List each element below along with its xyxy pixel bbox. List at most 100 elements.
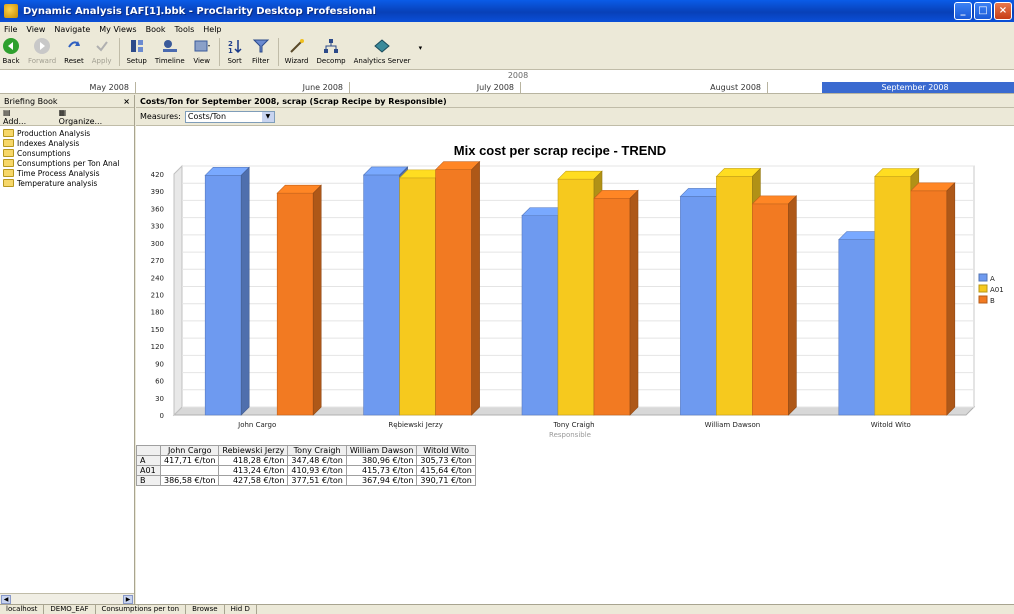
- grid-column-header[interactable]: Rebiewski Jerzy: [218, 445, 289, 456]
- apply-button[interactable]: Apply: [92, 36, 111, 65]
- timeline-button[interactable]: Timeline: [155, 36, 185, 65]
- forward-arrow-icon: [33, 37, 51, 55]
- y-tick-label: 180: [151, 309, 164, 317]
- grid-cell: [159, 465, 220, 476]
- status-extra: Hid D: [225, 605, 257, 614]
- back-arrow-icon: [2, 37, 20, 55]
- chart-bar-front: [204, 175, 242, 416]
- grid-row-header[interactable]: A01: [136, 465, 161, 476]
- menu-help[interactable]: Help: [203, 25, 221, 34]
- menu-view[interactable]: View: [26, 25, 45, 34]
- timeline-month[interactable]: August 2008: [521, 82, 768, 93]
- close-icon[interactable]: ×: [123, 97, 130, 106]
- grid-cell: 413,24 €/ton: [218, 465, 289, 476]
- organize-button[interactable]: ▦ Organize...: [59, 108, 126, 126]
- reset-button[interactable]: Reset: [64, 36, 84, 65]
- horizontal-scrollbar[interactable]: ◀ ▶: [0, 593, 134, 604]
- grid-cell: 305,73 €/ton: [416, 455, 476, 466]
- grid-cell: 410,93 €/ton: [287, 465, 347, 476]
- measures-dropdown[interactable]: Costs/Ton ▼: [184, 110, 275, 123]
- decomp-button[interactable]: Decomp: [317, 36, 346, 65]
- y-tick-label: 330: [151, 223, 164, 231]
- add-button[interactable]: ▤ Add...: [3, 108, 51, 126]
- y-tick-label: 270: [151, 257, 164, 265]
- analytics-server-icon: [373, 37, 391, 55]
- grid-cell: 415,64 €/ton: [416, 465, 476, 476]
- toolbar-separator: [218, 38, 220, 66]
- y-tick-label: 420: [151, 171, 164, 179]
- folder-item[interactable]: Production Analysis: [0, 128, 134, 138]
- grid-cell: 415,73 €/ton: [345, 465, 418, 476]
- timeline-month-selected[interactable]: September 2008: [822, 82, 1014, 93]
- menu-navigate[interactable]: Navigate: [54, 25, 90, 34]
- maximize-button[interactable]: □: [974, 2, 992, 20]
- menu-my-views[interactable]: My Views: [99, 25, 136, 34]
- chevron-down-icon[interactable]: ▼: [261, 111, 274, 122]
- folder-icon: [3, 139, 14, 147]
- toolbar-overflow-button[interactable]: ▾: [419, 36, 423, 52]
- folder-icon: [3, 129, 14, 137]
- grid-column-header[interactable]: William Dawson: [345, 445, 418, 456]
- timeline-month[interactable]: May 2008: [0, 82, 136, 93]
- status-bar: localhost DEMO_EAF Consumptions per ton …: [0, 604, 1014, 614]
- sort-icon: 21: [226, 37, 244, 55]
- main-view: Costs/Ton for September 2008, scrap (Scr…: [136, 95, 1014, 604]
- decomposition-tree-icon: [322, 37, 340, 55]
- grid-column-header[interactable]: Tony Craigh: [287, 445, 347, 456]
- y-tick-label: 120: [151, 343, 164, 351]
- analytics-server-button[interactable]: Analytics Server: [354, 36, 411, 65]
- status-server: localhost: [0, 605, 45, 614]
- timeline-month[interactable]: June 2008: [136, 82, 350, 93]
- back-button[interactable]: Back: [2, 36, 20, 65]
- window-title: Dynamic Analysis [AF[1].bbk - ProClarity…: [23, 5, 376, 17]
- toolbar-separator: [119, 38, 121, 66]
- chart-bar-front: [435, 169, 472, 416]
- scroll-left-icon[interactable]: ◀: [1, 595, 11, 604]
- x-tick-label: John Cargo: [237, 421, 276, 429]
- menu-file[interactable]: File: [4, 25, 17, 34]
- timeline-month[interactable]: July 2008: [350, 82, 521, 93]
- grid-cell: 390,71 €/ton: [416, 475, 476, 486]
- chart-bar-front: [752, 203, 789, 416]
- folder-item[interactable]: Indexes Analysis: [0, 138, 134, 148]
- chart-bar: [910, 182, 956, 416]
- chart-bar-front: [399, 177, 436, 416]
- view-button[interactable]: View: [193, 36, 211, 65]
- wizard-button[interactable]: Wizard: [285, 36, 309, 65]
- grid-cell: 380,96 €/ton: [345, 455, 418, 466]
- x-tick-label: Witold Wito: [871, 421, 911, 429]
- minimize-button[interactable]: _: [954, 2, 972, 20]
- chart-bar-front: [276, 192, 314, 416]
- chart-bar-front: [910, 190, 948, 416]
- grid-row-header[interactable]: B: [136, 475, 161, 486]
- close-button[interactable]: ×: [994, 2, 1012, 20]
- y-tick-label: 210: [151, 292, 164, 300]
- sort-button[interactable]: 21 Sort: [226, 36, 244, 65]
- grid-row-header[interactable]: A: [136, 455, 161, 466]
- status-mode: Browse: [186, 605, 225, 614]
- folder-item[interactable]: Time Process Analysis: [0, 168, 134, 178]
- chart-bar: [204, 166, 250, 416]
- forward-button[interactable]: Forward: [28, 36, 56, 65]
- setup-button[interactable]: Setup: [126, 36, 147, 65]
- table-row: A 417,71 €/ton 418,28 €/ton 347,48 €/ton…: [136, 455, 476, 466]
- menu-book[interactable]: Book: [146, 25, 166, 34]
- view-title: Costs/Ton for September 2008, scrap (Scr…: [136, 95, 1014, 108]
- grid-cell: 386,58 €/ton: [159, 475, 220, 486]
- filter-button[interactable]: Filter: [252, 36, 270, 65]
- legend-label: B: [990, 297, 995, 305]
- grid-column-header[interactable]: John Cargo: [159, 445, 220, 456]
- folder-item[interactable]: Consumptions: [0, 148, 134, 158]
- chart-bar-front: [557, 178, 595, 416]
- menu-tools[interactable]: Tools: [175, 25, 195, 34]
- grid-column-header[interactable]: Witold Wito: [416, 445, 476, 456]
- folder-item[interactable]: Consumptions per Ton Anal: [0, 158, 134, 168]
- table-row: A01 413,24 €/ton 410,93 €/ton 415,73 €/t…: [136, 465, 476, 476]
- folder-icon: [3, 169, 14, 177]
- wizard-wand-icon: [288, 37, 306, 55]
- folder-item[interactable]: Temperature analysis: [0, 178, 134, 188]
- chart-bar-side: [788, 195, 797, 416]
- timeline-bar: 2008 May 2008 June 2008 July 2008 August…: [0, 70, 1014, 94]
- organize-icon: ▦: [58, 107, 67, 117]
- scroll-right-icon[interactable]: ▶: [123, 595, 133, 604]
